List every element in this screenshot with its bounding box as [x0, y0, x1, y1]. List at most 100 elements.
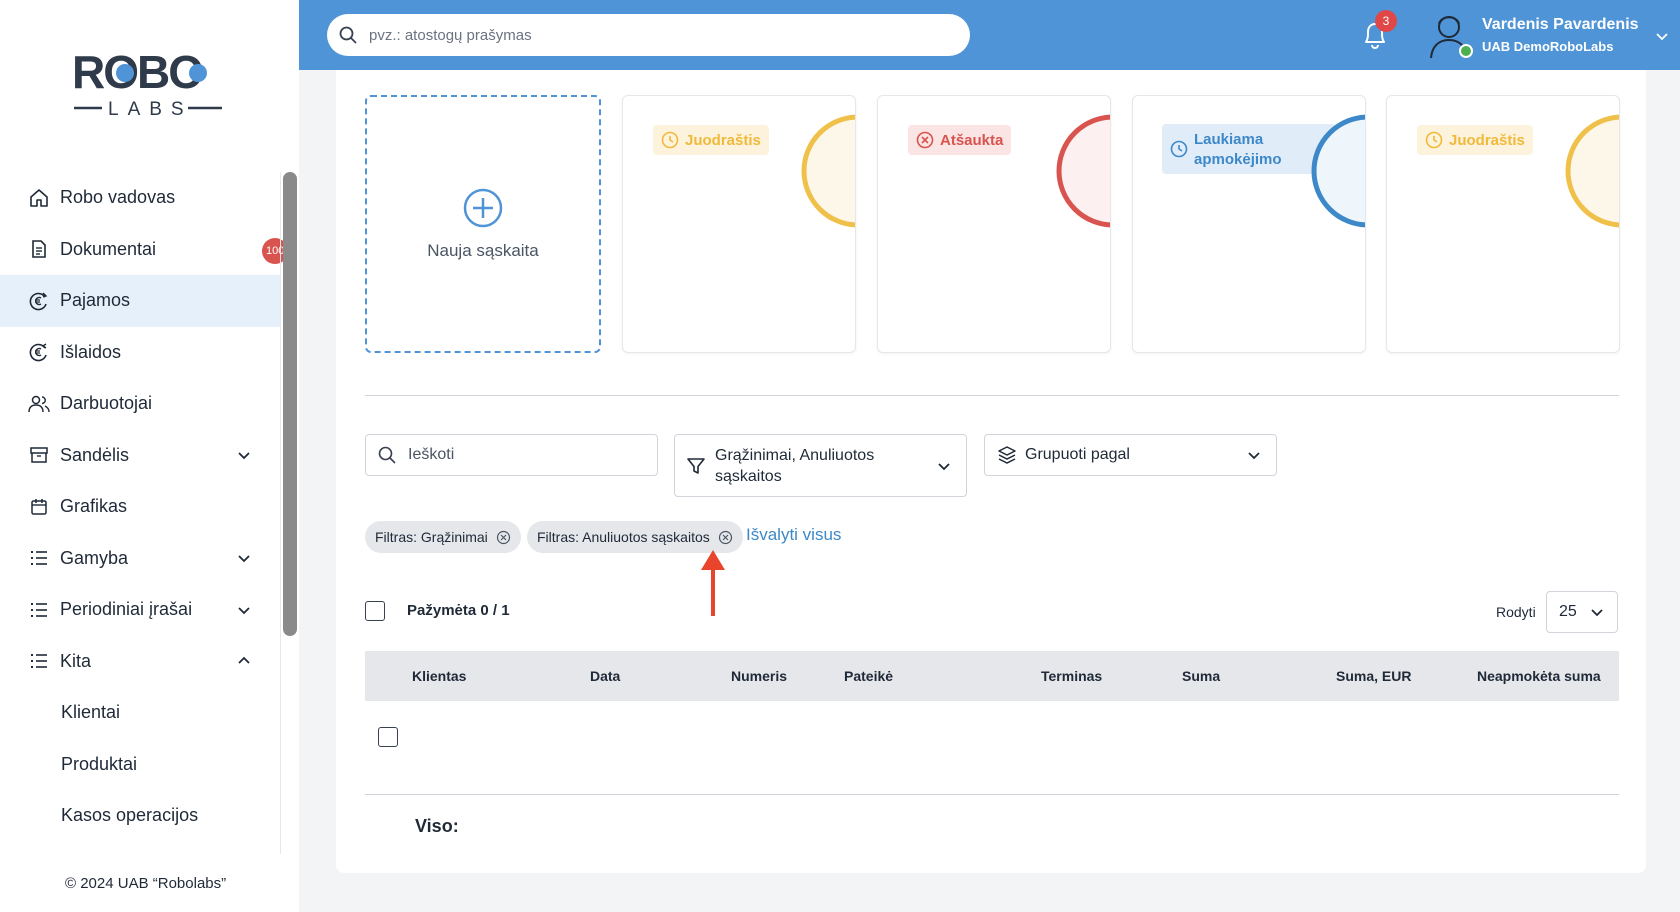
warehouse-icon — [28, 444, 50, 466]
sidebar-item-periodiniai-irasai[interactable]: Periodiniai įrašai — [0, 584, 281, 636]
sidebar-item-label: Išlaidos — [60, 341, 122, 362]
status-ring — [1311, 114, 1365, 228]
table-header: Klientas Data Numeris Pateikė Terminas S… — [365, 651, 1619, 701]
filter-chip-label: Filtras: Grąžinimai — [375, 529, 488, 545]
table-footer-divider — [365, 794, 1619, 795]
sidebar: ROBO LABS Robo vadovas Dokumentai 100 Pa… — [0, 0, 299, 912]
sidebar-item-label: Sandėlis — [60, 444, 130, 465]
page-size-select[interactable]: 25 — [1546, 591, 1618, 633]
sidebar-subitem-kasos-operacijos[interactable]: Kasos operacijos — [0, 790, 281, 842]
status-ring — [1565, 114, 1619, 228]
sidebar-divider — [280, 172, 281, 854]
chevron-down-icon[interactable] — [236, 550, 252, 566]
column-header-data[interactable]: Data — [590, 668, 620, 684]
filter-dropdown[interactable]: Grąžinimai, Anuliuotos sąskaitos — [674, 434, 967, 497]
column-header-suma-eur[interactable]: Suma, EUR — [1336, 668, 1411, 684]
sidebar-subitem-produktai[interactable]: Produktai — [0, 739, 281, 791]
sidebar-item-label: Dokumentai — [60, 238, 157, 259]
euro-out-icon — [28, 341, 50, 363]
column-header-pateike[interactable]: Pateikė — [844, 668, 893, 684]
column-header-numeris[interactable]: Numeris — [731, 668, 787, 684]
sidebar-item-sandelis[interactable]: Sandėlis — [0, 430, 281, 482]
sidebar-item-kita[interactable]: Kita — [0, 636, 281, 688]
sidebar-item-label: Robo vadovas — [60, 187, 176, 208]
robolabs-logo[interactable]: ROBO LABS — [70, 46, 230, 126]
chevron-down-icon — [938, 462, 950, 470]
clear-all-filters-link[interactable]: Išvalyti visus — [746, 525, 841, 545]
chevron-down-icon — [1591, 609, 1603, 617]
search-icon — [339, 26, 357, 44]
column-header-suma[interactable]: Suma — [1182, 668, 1220, 684]
plus-circle-icon — [463, 188, 503, 228]
table-search-input[interactable] — [408, 446, 648, 464]
list-icon — [28, 547, 50, 569]
chevron-down-icon[interactable] — [236, 447, 252, 463]
sidebar-item-grafikas[interactable]: Grafikas — [0, 481, 281, 533]
select-all-checkbox[interactable] — [365, 601, 385, 621]
sidebar-subitem-klientai[interactable]: Klientai — [0, 687, 281, 739]
status-label: Atšaukta — [940, 131, 1004, 149]
group-by-dropdown[interactable]: Grupuoti pagal — [984, 434, 1277, 476]
row-checkbox[interactable] — [378, 727, 398, 747]
sidebar-item-label: Periodiniai įrašai — [60, 599, 193, 620]
group-by-label: Grupuoti pagal — [1025, 446, 1130, 463]
sidebar-item-label: Kita — [60, 650, 92, 671]
column-header-terminas[interactable]: Terminas — [1041, 668, 1102, 684]
svg-text:LABS: LABS — [108, 99, 193, 120]
search-icon — [378, 446, 396, 464]
new-invoice-label: Nauja sąskaita — [427, 241, 539, 260]
notifications-badge: 3 — [1375, 10, 1397, 32]
global-search-input[interactable] — [369, 26, 929, 44]
close-circle-icon[interactable] — [718, 530, 733, 545]
arrow-up-annotation-icon — [701, 550, 725, 616]
invoice-card[interactable]: Atšaukta — [877, 95, 1111, 353]
section-divider — [365, 395, 1619, 396]
sidebar-item-islaidos[interactable]: Išlaidos — [0, 327, 281, 379]
chevron-down-icon[interactable] — [236, 602, 252, 618]
svg-text:ROBO: ROBO — [72, 46, 202, 98]
global-search[interactable] — [327, 14, 970, 56]
status-label: Juodraštis — [685, 131, 761, 149]
sidebar-subitem-label: Kasos operacijos — [61, 805, 199, 826]
filter-chip-label: Filtras: Anuliuotos sąskaitos — [537, 529, 710, 545]
chevron-up-icon[interactable] — [236, 653, 252, 669]
filter-icon — [687, 457, 705, 474]
invoice-card[interactable]: Juodraštis — [1386, 95, 1620, 353]
status-badge: Juodraštis — [1417, 125, 1533, 155]
clock-icon — [1425, 131, 1443, 149]
sidebar-subitem-label: Klientai — [61, 702, 121, 723]
sidebar-scrollbar[interactable] — [283, 172, 297, 636]
sidebar-item-robo-vadovas[interactable]: Robo vadovas — [0, 172, 281, 224]
status-label: Juodraštis — [1449, 131, 1525, 149]
new-invoice-card[interactable]: Nauja sąskaita — [365, 95, 601, 353]
layers-icon — [998, 446, 1016, 464]
invoice-card[interactable]: Juodraštis — [622, 95, 856, 353]
clock-icon — [1170, 140, 1188, 158]
home-icon — [28, 187, 50, 209]
page-size-value: 25 — [1559, 603, 1577, 620]
cancel-circle-icon — [916, 131, 934, 149]
calendar-icon — [28, 496, 50, 518]
avatar[interactable] — [1427, 10, 1473, 60]
sidebar-item-pajamos[interactable]: Pajamos — [0, 275, 281, 327]
sidebar-item-dokumentai[interactable]: Dokumentai 100 — [0, 224, 288, 276]
column-header-neapmoketa-suma[interactable]: Neapmokėta suma — [1477, 668, 1601, 684]
status-ring — [1056, 114, 1110, 228]
column-header-klientas[interactable]: Klientas — [412, 668, 466, 684]
close-circle-icon[interactable] — [496, 530, 511, 545]
user-name[interactable]: Vardenis Pavardenis — [1482, 16, 1639, 34]
document-icon — [28, 238, 50, 260]
sidebar-subitem-label: Produktai — [61, 753, 138, 774]
sidebar-item-gamyba[interactable]: Gamyba — [0, 533, 281, 585]
page-size-label: Rodyti — [1496, 604, 1536, 620]
table-search[interactable] — [365, 434, 658, 476]
invoice-card[interactable]: Laukiama apmokėjimo — [1132, 95, 1366, 353]
sidebar-item-darbuotojai[interactable]: Darbuotojai — [0, 378, 281, 430]
sidebar-item-label: Grafikas — [60, 496, 128, 517]
status-badge: Juodraštis — [653, 125, 769, 155]
chevron-down-icon[interactable] — [1654, 28, 1670, 44]
table-total-label: Viso: — [415, 816, 459, 836]
chevron-down-icon — [1248, 452, 1260, 460]
clock-icon — [661, 131, 679, 149]
sidebar-item-label: Gamyba — [60, 547, 129, 568]
